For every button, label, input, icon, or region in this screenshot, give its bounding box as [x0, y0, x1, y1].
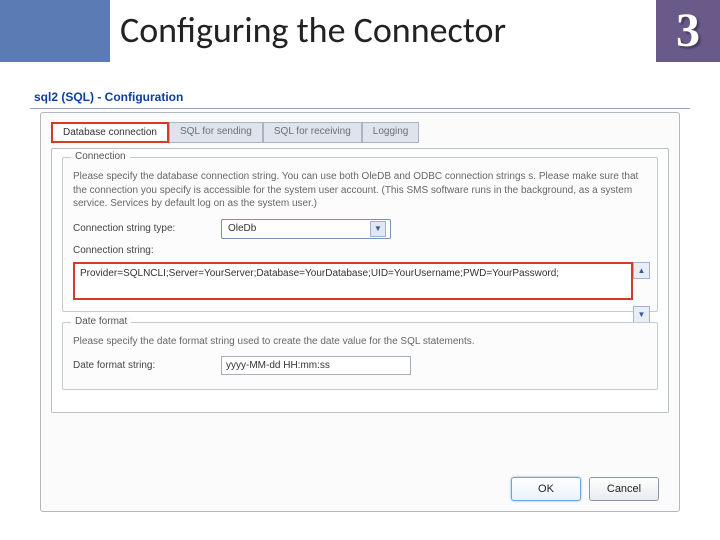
date-format-legend: Date format: [71, 316, 131, 327]
date-format-input[interactable]: [221, 356, 411, 375]
connection-type-value: OleDb: [228, 223, 256, 234]
date-format-label: Date format string:: [73, 360, 213, 371]
date-format-group: Date format Please specify the date form…: [62, 322, 658, 391]
connection-string-wrapper: ▲ ▼: [73, 262, 647, 303]
connection-help-text: Please specify the database connection s…: [73, 170, 647, 211]
chevron-down-icon: ▼: [370, 221, 386, 237]
scroll-down-icon[interactable]: ▼: [633, 306, 650, 323]
configuration-dialog: Database connection SQL for sending SQL …: [40, 112, 680, 512]
screenshot-area: sql2 (SQL) - Configuration Database conn…: [30, 88, 690, 518]
cancel-button[interactable]: Cancel: [589, 477, 659, 501]
divider: [30, 108, 690, 109]
connection-type-row: Connection string type: OleDb ▼: [73, 219, 647, 239]
slide-number-badge: 3: [656, 0, 720, 62]
connection-type-label: Connection string type:: [73, 223, 213, 234]
tab-panel: Connection Please specify the database c…: [51, 148, 669, 413]
ok-button[interactable]: OK: [511, 477, 581, 501]
slide-title: Configuring the Connector: [120, 8, 506, 52]
connection-string-label: Connection string:: [73, 245, 213, 256]
window-title: sql2 (SQL) - Configuration: [30, 88, 690, 106]
connection-string-row: Connection string:: [73, 245, 647, 256]
tab-sql-sending[interactable]: SQL for sending: [169, 122, 263, 143]
slide-header: Configuring the Connector 3: [0, 0, 720, 70]
scroll-up-icon[interactable]: ▲: [633, 262, 650, 279]
connection-legend: Connection: [71, 151, 130, 162]
tab-database-connection[interactable]: Database connection: [51, 122, 169, 143]
decorative-blue-block: [0, 0, 110, 62]
date-format-help-text: Please specify the date format string us…: [73, 335, 647, 349]
dialog-button-row: OK Cancel: [511, 477, 659, 501]
connection-type-select[interactable]: OleDb ▼: [221, 219, 391, 239]
date-format-row: Date format string:: [73, 356, 647, 375]
connection-string-input[interactable]: [73, 262, 633, 300]
tab-sql-receiving[interactable]: SQL for receiving: [263, 122, 362, 143]
tab-logging[interactable]: Logging: [362, 122, 420, 143]
tab-bar: Database connection SQL for sending SQL …: [51, 121, 669, 142]
connection-group: Connection Please specify the database c…: [62, 157, 658, 312]
